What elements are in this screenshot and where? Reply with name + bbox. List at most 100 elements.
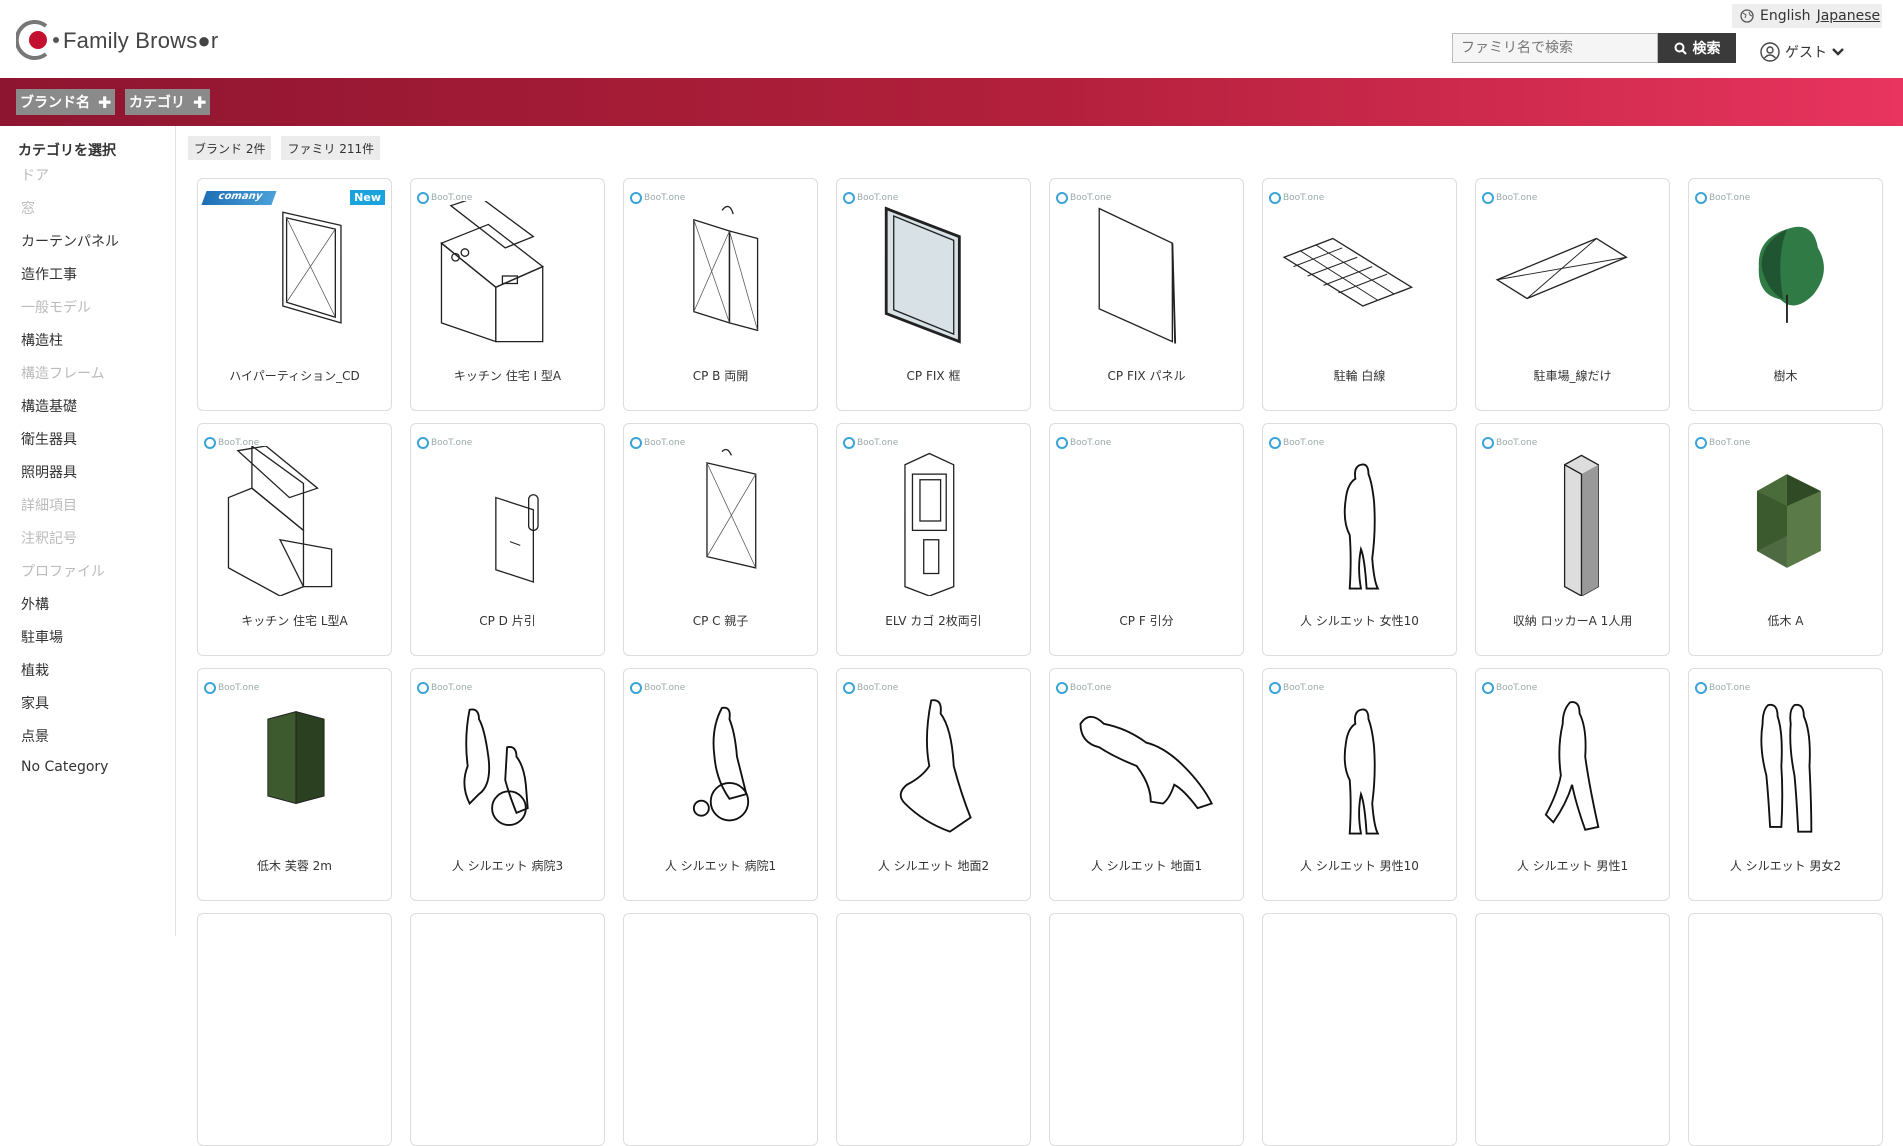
- globe-icon: [1740, 9, 1754, 23]
- wheelchair-push-icon: [463, 708, 529, 826]
- family-card[interactable]: BooT.one 人 シルエット 地面2: [836, 668, 1031, 901]
- family-card[interactable]: BooT.one 低木 A: [1688, 423, 1883, 656]
- family-card-label: CP F 引分: [1119, 614, 1174, 628]
- family-card[interactable]: BooT.one CP B 両開: [623, 178, 818, 411]
- family-card[interactable]: BooT.one キッチン 住宅 I 型A: [410, 178, 605, 411]
- walking-icon: [1544, 701, 1600, 831]
- family-card[interactable]: BooT.one 駐輪 白線: [1262, 178, 1457, 411]
- family-card-label: 低木 芙蓉 2m: [257, 859, 332, 873]
- sidebar-item-category[interactable]: 駐車場: [21, 627, 63, 647]
- family-card[interactable]: BooT.one CP D 片引: [410, 423, 605, 656]
- family-card[interactable]: BooT.one 人 シルエット 男女2: [1688, 668, 1883, 901]
- family-card-label: 人 シルエット 地面1: [1090, 859, 1203, 873]
- family-card[interactable]: BooT.one CP C 親子: [623, 423, 818, 656]
- double-door-icon: [693, 205, 759, 332]
- kitchen-l-icon: [227, 446, 333, 596]
- family-card-label: CP FIX 框: [906, 369, 961, 383]
- family-card-partial[interactable]: [1475, 913, 1670, 1146]
- family-card-label: 樹木: [1773, 369, 1798, 383]
- family-card-partial[interactable]: [197, 913, 392, 1146]
- sidebar-item-category[interactable]: 構造基礎: [21, 396, 77, 416]
- family-card-partial[interactable]: [1262, 913, 1457, 1146]
- language-switcher: English Japanese: [1732, 4, 1882, 28]
- logo-text: Family Brows●r: [63, 28, 219, 53]
- couple-icon: [1760, 703, 1813, 833]
- sidebar-item-category: 窓: [21, 201, 35, 217]
- family-card[interactable]: BooT.one 人 シルエット 地面1: [1049, 668, 1244, 901]
- family-card[interactable]: BooT.one 樹木: [1688, 178, 1883, 411]
- family-card-partial[interactable]: [623, 913, 818, 1146]
- sidebar-item-category[interactable]: 家具: [21, 693, 49, 713]
- sidebar-item-category[interactable]: 植栽: [21, 660, 49, 680]
- sidebar-item-category[interactable]: 外構: [21, 594, 49, 614]
- family-card-label: 駐車場_線だけ: [1533, 369, 1612, 383]
- sidebar-item-category[interactable]: No Category: [21, 759, 108, 775]
- family-card-label: 人 シルエット 病院1: [664, 859, 777, 873]
- category-sidebar: カテゴリを選択 ドア窓カーテンパネル 造作工事 一般モデル 構造柱 構造フレーム 構造基礎…: [0, 126, 176, 936]
- category-filter-button[interactable]: カテゴリ ✚: [125, 89, 211, 115]
- plus-icon: ✚: [193, 92, 207, 112]
- family-count-chip[interactable]: ファミリ 211件: [281, 136, 381, 160]
- family-card-label: CP B 両開: [692, 369, 749, 383]
- shrub-icon: [1756, 474, 1821, 568]
- elevator-icon: [904, 452, 955, 596]
- family-card[interactable]: BooT.one 人 シルエット 病院3: [410, 668, 605, 901]
- person-icon: [1343, 463, 1380, 590]
- search-input[interactable]: [1452, 33, 1658, 63]
- category-filter-label: カテゴリ: [129, 95, 185, 111]
- sidebar-item-category[interactable]: 衛生器具: [21, 429, 77, 449]
- family-card[interactable]: comany New ハイパーティション_CD: [197, 178, 392, 411]
- search-button-label: 検索: [1692, 41, 1721, 57]
- sidebar-item-category[interactable]: 造作工事: [21, 264, 77, 284]
- family-card-partial[interactable]: [410, 913, 605, 1146]
- sidebar-item-category: 詳細項目: [21, 498, 77, 514]
- header: Family Brows●r English Japanese 検索 ゲスト: [0, 0, 1903, 78]
- family-card[interactable]: BooT.one 収納 ロッカーA 1人用: [1475, 423, 1670, 656]
- family-card-label: 人 シルエット 男性1: [1516, 859, 1629, 873]
- door-panel-icon: [282, 211, 342, 324]
- lang-japanese-link[interactable]: Japanese: [1817, 8, 1881, 24]
- sidebar-item-category[interactable]: 点景: [21, 726, 49, 746]
- sidebar-item-category: 注釈記号: [21, 531, 77, 547]
- brand-filter-button[interactable]: ブランド名 ✚: [16, 89, 116, 115]
- sidebar-item-category[interactable]: 構造柱: [21, 330, 63, 350]
- family-card-label: 収納 ロッカーA 1人用: [1512, 614, 1633, 628]
- family-card[interactable]: BooT.one CP F 引分: [1049, 423, 1244, 656]
- brand-count-chip[interactable]: ブランド 2件: [188, 136, 272, 160]
- result-counts: ブランド 2件 ファミリ 211件: [188, 136, 381, 160]
- family-card[interactable]: BooT.one 人 シルエット 病院1: [623, 668, 818, 901]
- sidebar-item-category: 一般モデル: [21, 300, 91, 316]
- family-card-label: キッチン 住宅 L型A: [241, 614, 348, 628]
- family-card[interactable]: BooT.one 駐車場_線だけ: [1475, 178, 1670, 411]
- family-card[interactable]: BooT.one ELV カゴ 2枚両引: [836, 423, 1031, 656]
- sidebar-item-category[interactable]: 照明器具: [21, 462, 77, 482]
- family-card[interactable]: BooT.one CP FIX 框: [836, 178, 1031, 411]
- family-card[interactable]: BooT.one 人 シルエット 男性10: [1262, 668, 1457, 901]
- family-card-label: 人 シルエット 病院3: [451, 859, 564, 873]
- fix-panel-icon: [1098, 207, 1177, 344]
- family-card-label: CP FIX パネル: [1107, 369, 1186, 383]
- family-card-label: ELV カゴ 2枚両引: [885, 614, 982, 628]
- lang-english[interactable]: English: [1760, 8, 1811, 24]
- search-button[interactable]: 検索: [1658, 33, 1736, 63]
- fix-frame-icon: [884, 206, 961, 344]
- logo-mark-icon: [14, 20, 59, 60]
- tree-icon: [1758, 226, 1824, 323]
- brand-filter-label: ブランド名: [20, 95, 90, 111]
- family-card[interactable]: BooT.one 低木 芙蓉 2m: [197, 668, 392, 901]
- family-card[interactable]: BooT.one 人 シルエット 女性10: [1262, 423, 1457, 656]
- family-card-partial[interactable]: [836, 913, 1031, 1146]
- family-card-label: 駐輪 白線: [1333, 369, 1386, 383]
- user-menu[interactable]: ゲスト: [1760, 40, 1844, 64]
- sidebar-item-category: プロファイル: [21, 564, 105, 580]
- family-card-partial[interactable]: [1049, 913, 1244, 1146]
- lying-icon: [1079, 715, 1214, 810]
- search-icon: [1674, 42, 1687, 55]
- family-card-label: CP C 親子: [692, 614, 749, 628]
- family-card[interactable]: BooT.one キッチン 住宅 L型A: [197, 423, 392, 656]
- family-card-label: 人 シルエット 男性10: [1300, 859, 1419, 873]
- family-card-partial[interactable]: [1688, 913, 1883, 1146]
- family-card[interactable]: BooT.one CP FIX パネル: [1049, 178, 1244, 411]
- family-card[interactable]: BooT.one 人 シルエット 男性1: [1475, 668, 1670, 901]
- sidebar-item-category[interactable]: カーテンパネル: [21, 231, 119, 251]
